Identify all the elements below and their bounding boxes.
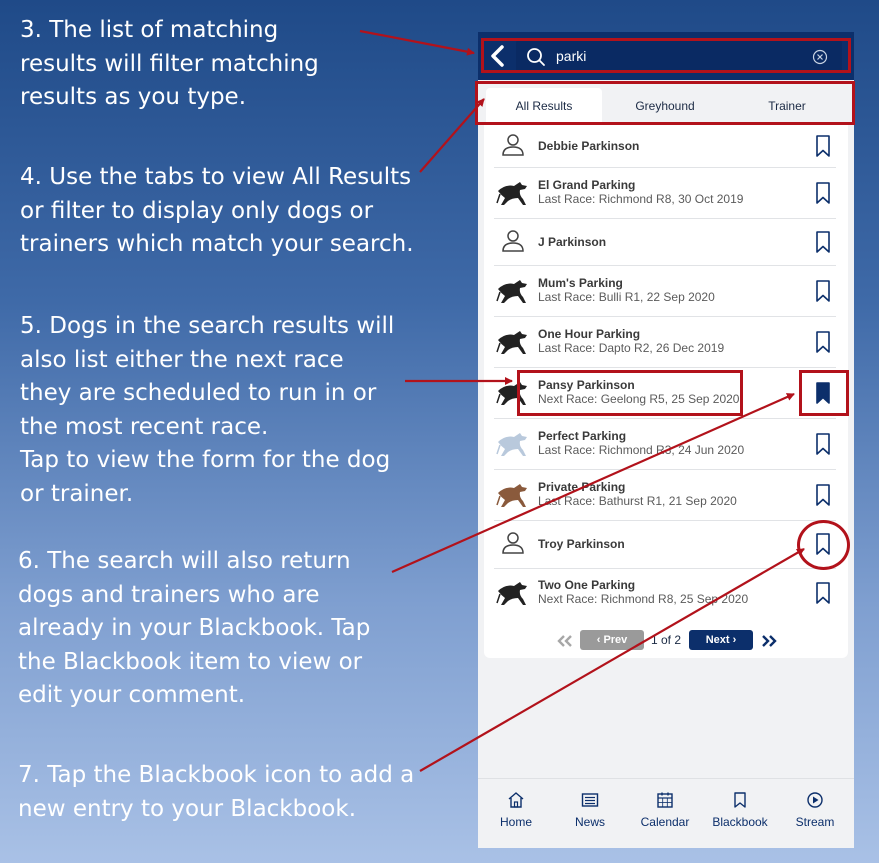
highlight-saved-bookmark	[799, 370, 849, 416]
annotation-step-6: 6. The search will also return dogs and …	[18, 548, 371, 708]
greyhound-icon	[496, 181, 527, 205]
nav-blackbook-label: Blackbook	[712, 815, 768, 829]
nav-news-label: News	[574, 815, 605, 829]
chevron-right-icon: ›	[729, 634, 737, 646]
result-race-info: Next Race: Richmond R8, 25 Sep 2020	[538, 592, 749, 606]
dog-result-row[interactable]: Private Parking Last Race: Bathurst R1, 2…	[494, 469, 836, 521]
result-name: Debbie Parkinson	[538, 138, 640, 153]
trainer-result-row[interactable]: Troy Parkinson	[494, 520, 836, 569]
dog-result-row[interactable]: El Grand Parking Last Race: Richmond R8, …	[494, 167, 836, 219]
calendar-icon	[657, 792, 673, 808]
bookmark-icon[interactable]	[814, 134, 832, 158]
nav-stream-label: Stream	[795, 815, 835, 829]
result-race-info: Last Race: Bathurst R1, 21 Sep 2020	[538, 493, 737, 508]
next-page-button[interactable]: Next ›	[689, 630, 753, 650]
first-page-icon[interactable]	[556, 634, 574, 648]
highlight-tabs	[475, 81, 855, 125]
prev-label: Prev	[603, 634, 628, 646]
nav-news[interactable]: News	[555, 791, 625, 831]
news-icon	[581, 793, 599, 807]
bookmark-icon[interactable]	[814, 581, 832, 605]
result-race-info: Last Race: Richmond R8, 30 Oct 2019	[538, 191, 744, 206]
trainer-result-row[interactable]: Debbie Parkinson	[494, 124, 836, 168]
greyhound-icon	[496, 432, 527, 456]
nav-home[interactable]: Home	[481, 791, 551, 831]
next-label: Next	[705, 634, 730, 646]
bookmark-icon[interactable]	[814, 181, 832, 205]
dog-result-row[interactable]: Mum's Parking Last Race: Bulli R1, 22 Sep…	[494, 265, 836, 317]
result-name: One Hour Parking	[538, 326, 641, 341]
pagination: ‹ Prev 1 of 2 Next ›	[484, 630, 848, 652]
result-race-info: Last Race: Dapto R2, 26 Dec 2019	[538, 340, 725, 355]
result-name: Private Parking	[538, 479, 626, 494]
bookmark-icon[interactable]	[814, 483, 832, 507]
result-name: Troy Parkinson	[538, 537, 625, 551]
highlight-add-bookmark	[797, 520, 850, 570]
phone-screen: All Results Greyhound Trainer Debbie Par…	[478, 32, 854, 848]
greyhound-icon	[496, 330, 527, 354]
last-page-icon[interactable]	[760, 634, 778, 648]
dog-result-row[interactable]: One Hour Parking Last Race: Dapto R2, 26 …	[494, 316, 836, 368]
dog-result-row[interactable]: Perfect Parking Last Race: Richmond R3, 2…	[494, 418, 836, 470]
highlight-dog-race-info	[517, 370, 743, 416]
result-name: El Grand Parking	[538, 177, 636, 192]
result-name: Perfect Parking	[538, 428, 627, 443]
annotation-step-3: 3. The list of matching results will fil…	[20, 17, 319, 110]
trainer-result-row[interactable]: J Parkinson	[494, 218, 836, 266]
result-race-info: Last Race: Richmond R3, 24 Jun 2020	[538, 442, 745, 457]
nav-stream[interactable]: Stream	[780, 791, 850, 831]
result-name: J Parkinson	[538, 234, 607, 249]
bottom-navigation: Home News Calendar Blackbook Stream	[478, 778, 854, 848]
dog-result-row[interactable]: Two One Parking Next Race: Richmond R8, 2…	[494, 568, 836, 618]
home-icon	[508, 792, 524, 808]
arrow-step-3	[359, 29, 475, 56]
bookmark-icon[interactable]	[814, 279, 832, 303]
bookmark-icon	[734, 792, 746, 808]
play-icon	[807, 792, 823, 808]
annotation-step-7: 7. Tap the Blackbook icon to add a new e…	[18, 762, 415, 822]
page-indicator: 1 of 2	[651, 633, 682, 647]
nav-home-label: Home	[499, 815, 532, 829]
result-name: Two One Parking	[538, 578, 636, 592]
annotation-step-4: 4. Use the tabs to view All Results or f…	[20, 164, 414, 257]
person-icon	[502, 229, 524, 252]
annotation-step-5: 5. Dogs in the search results will also …	[20, 313, 395, 507]
nav-blackbook[interactable]: Blackbook	[705, 791, 775, 831]
bookmark-icon[interactable]	[814, 432, 832, 456]
bookmark-icon[interactable]	[814, 330, 832, 354]
result-race-info: Last Race: Bulli R1, 22 Sep 2020	[538, 289, 715, 304]
greyhound-icon	[496, 279, 527, 303]
greyhound-icon	[496, 483, 527, 507]
person-icon	[502, 532, 524, 554]
prev-page-button[interactable]: ‹ Prev	[580, 630, 644, 650]
result-name: Mum's Parking	[538, 275, 623, 290]
greyhound-icon	[496, 582, 527, 605]
highlight-search-bar	[481, 38, 851, 73]
bookmark-icon[interactable]	[814, 230, 832, 254]
nav-calendar[interactable]: Calendar	[630, 791, 700, 831]
nav-calendar-label: Calendar	[640, 815, 690, 829]
person-icon	[502, 133, 524, 156]
